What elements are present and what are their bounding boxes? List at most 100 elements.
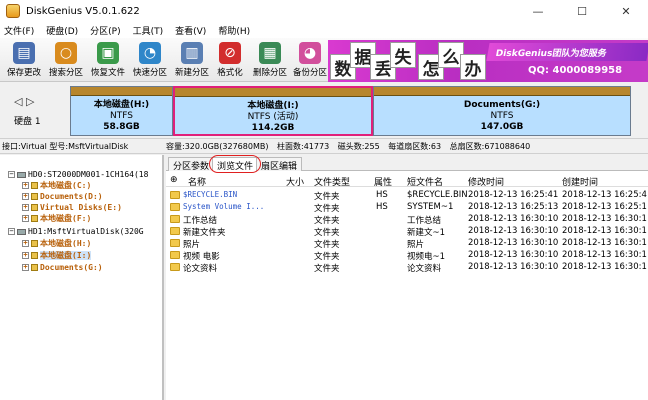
save-changes-button[interactable]: ▤ 保存更改 <box>2 40 46 80</box>
expand-icon[interactable]: + <box>22 215 29 222</box>
recover-files-icon: ▣ <box>97 42 119 64</box>
menu-view[interactable]: 查看(V) <box>175 24 206 37</box>
folder-icon <box>170 203 180 211</box>
partition-fs: NTFS (活动) <box>247 112 299 122</box>
search-partition-button[interactable]: ○ 搜索分区 <box>44 40 88 80</box>
delete-partition-button[interactable]: ▦ 删除分区 <box>248 40 292 80</box>
menu-bar: 文件(F) 硬盘(D) 分区(P) 工具(T) 查看(V) 帮助(H) <box>0 22 648 38</box>
quick-partition-button[interactable]: ◔ 快速分区 <box>128 40 172 80</box>
banner-char: 失 <box>390 42 416 68</box>
save-icon: ▤ <box>13 42 35 64</box>
content-panel: 分区参数 浏览文件 扇区编辑 ⊕ 名称 大小 文件类型 属性 短文件名 修改时间… <box>166 155 648 400</box>
file-row[interactable]: $RECYCLE.BIN 文件夹 HS $RECYCLE.BIN 2018-12… <box>166 189 648 202</box>
next-disk-icon[interactable]: ▷ <box>26 95 34 108</box>
tab-sector-edit[interactable]: 扇区编辑 <box>256 157 303 172</box>
partition-i[interactable]: 本地磁盘(I:) NTFS (活动) 114.2GB <box>173 86 373 136</box>
disk-nav: ◁ ▷ <box>14 95 34 108</box>
partition-g[interactable]: Documents(G:) NTFS 147.0GB <box>373 86 631 136</box>
tab-strip: 分区参数 浏览文件 扇区编辑 <box>166 155 648 173</box>
delete-partition-label: 删除分区 <box>252 68 287 78</box>
menu-disk[interactable]: 硬盘(D) <box>46 24 78 37</box>
collapse-icon[interactable]: − <box>8 228 15 235</box>
partition-icon <box>31 215 38 222</box>
window-controls: — ☐ ✕ <box>516 0 648 22</box>
ad-banner[interactable]: 数 据 丢 失 怎 么 办 DiskGenius团队为您服务 QQ: 40000… <box>328 40 648 82</box>
recover-files-button[interactable]: ▣ 恢复文件 <box>86 40 130 80</box>
harddisk-icon <box>17 228 26 235</box>
tree-disk-hd1[interactable]: − HD1:MsftVirtualDisk(320G <box>8 226 144 237</box>
file-row[interactable]: System Volume I... 文件夹 HS SYSTEM~1 2018-… <box>166 201 648 214</box>
file-row[interactable]: 照片 文件夹 照片 2018-12-13 16:30:10 2018-12-13… <box>166 237 648 250</box>
tree-partition-h[interactable]: + 本地磁盘(H:) <box>22 238 91 249</box>
expand-icon[interactable]: + <box>22 252 29 259</box>
col-shortname[interactable]: 短文件名 <box>407 175 443 188</box>
col-name[interactable]: 名称 <box>188 175 206 188</box>
collapse-icon[interactable]: − <box>8 171 15 178</box>
format-button[interactable]: ⊘ 格式化 <box>208 40 252 80</box>
disk-tree: − HD0:ST2000DM001-1CH164(18 + 本地磁盘(C:) + Do… <box>0 155 164 400</box>
tree-partition-i[interactable]: + 本地磁盘(I:) <box>22 250 92 261</box>
partition-h[interactable]: 本地磁盘(H:) NTFS 58.8GB <box>70 86 173 136</box>
menu-tools[interactable]: 工具(T) <box>133 24 164 37</box>
menu-partition[interactable]: 分区(P) <box>90 24 120 37</box>
file-row[interactable]: 工作总结 文件夹 工作总结 2018-12-13 16:30:10 2018-1… <box>166 213 648 226</box>
tree-partition-g[interactable]: + Documents(G:) <box>22 262 103 273</box>
partition-icon <box>31 193 38 200</box>
minimize-button[interactable]: — <box>516 0 560 22</box>
partition-icon <box>31 264 38 271</box>
maximize-button[interactable]: ☐ <box>560 0 604 22</box>
partition-icon <box>31 240 38 247</box>
backup-partition-button[interactable]: ◕ 备份分区 <box>288 40 332 80</box>
close-button[interactable]: ✕ <box>604 0 648 22</box>
tab-partition-params[interactable]: 分区参数 <box>168 157 215 172</box>
format-label: 格式化 <box>217 68 243 78</box>
folder-icon <box>170 215 180 223</box>
file-list-header: ⊕ 名称 大小 文件类型 属性 短文件名 修改时间 创建时间 <box>166 173 648 188</box>
col-attr[interactable]: 属性 <box>374 175 392 188</box>
backup-partition-icon: ◕ <box>299 42 321 64</box>
banner-char: 办 <box>460 54 486 80</box>
partition-size: 147.0GB <box>480 122 524 132</box>
disk-cylinders: 柱面数:41773 <box>277 141 330 151</box>
disk-total-sectors: 总扇区数:671088640 <box>449 141 531 151</box>
window-title: DiskGenius V5.0.1.622 <box>26 5 140 17</box>
folder-icon <box>170 263 180 271</box>
folder-icon <box>170 191 180 199</box>
disk-sectors-per-track: 每道扇区数:63 <box>388 141 442 151</box>
file-row[interactable]: 论文资料 文件夹 论文资料 2018-12-13 16:30:10 2018-1… <box>166 261 648 274</box>
format-icon: ⊘ <box>219 42 241 64</box>
expand-icon[interactable]: + <box>22 204 29 211</box>
expand-icon[interactable]: + <box>22 240 29 247</box>
menu-file[interactable]: 文件(F) <box>4 24 34 37</box>
expand-icon[interactable]: + <box>22 182 29 189</box>
tree-partition-d[interactable]: + Documents(D:) <box>22 191 103 202</box>
tree-disk-hd0[interactable]: − HD0:ST2000DM001-1CH164(18 <box>8 169 148 180</box>
col-size[interactable]: 大小 <box>286 175 304 188</box>
col-mtime[interactable]: 修改时间 <box>468 175 504 188</box>
new-partition-icon: ▥ <box>181 42 203 64</box>
col-ctime[interactable]: 创建时间 <box>562 175 598 188</box>
partition-fs: NTFS <box>110 111 133 121</box>
partition-icon <box>31 182 38 189</box>
disk-label: 硬盘 1 <box>14 117 41 127</box>
tree-partition-e[interactable]: + Virtual Disks(E:) <box>22 202 122 213</box>
search-partition-label: 搜索分区 <box>48 68 83 78</box>
disk-heads: 磁头数:255 <box>337 141 380 151</box>
disk-capacity: 容量:320.0GB(327680MB) <box>166 141 269 151</box>
quick-partition-icon: ◔ <box>139 42 161 64</box>
expand-icon[interactable]: + <box>22 193 29 200</box>
menu-help[interactable]: 帮助(H) <box>218 24 250 37</box>
partition-icon <box>31 252 38 259</box>
prev-disk-icon[interactable]: ◁ <box>14 95 22 108</box>
expand-icon[interactable]: + <box>22 264 29 271</box>
partition-name: Documents(G:) <box>463 100 541 110</box>
banner-slogan: DiskGenius团队为您服务 <box>486 43 648 61</box>
file-row[interactable]: 视频 电影 文件夹 视频电~1 2018-12-13 16:30:10 2018… <box>166 249 648 262</box>
tree-partition-f[interactable]: + 本地磁盘(F:) <box>22 213 91 224</box>
partition-fs: NTFS <box>490 111 514 121</box>
disk-info-bar: 接口:Virtual 型号:MsftVirtualDisk 容量:320.0GB… <box>0 138 648 154</box>
tree-partition-c[interactable]: + 本地磁盘(C:) <box>22 180 91 191</box>
file-row[interactable]: 新建文件夹 文件夹 新建文~1 2018-12-13 16:30:10 2018… <box>166 225 648 238</box>
col-type[interactable]: 文件类型 <box>314 175 350 188</box>
magnifier-icon: ○ <box>55 42 77 64</box>
